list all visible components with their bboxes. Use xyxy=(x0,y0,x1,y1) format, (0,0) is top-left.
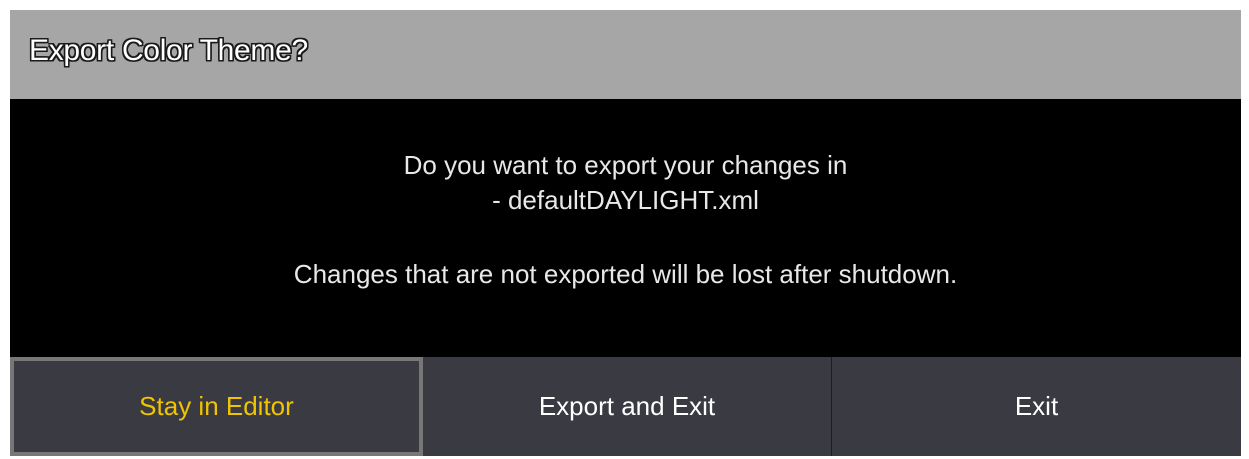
message-line-filename: - defaultDAYLIGHT.xml xyxy=(492,185,759,215)
message-line-warning: Changes that are not exported will be lo… xyxy=(293,259,958,289)
dialog-button-row: Stay in Editor Export and Exit Exit xyxy=(10,357,1241,456)
stay-in-editor-button[interactable]: Stay in Editor xyxy=(10,357,423,456)
export-color-theme-dialog: Export Color Theme? Do you want to expor… xyxy=(10,10,1241,456)
dialog-title-bar: Export Color Theme? xyxy=(10,10,1241,99)
dialog-title: Export Color Theme? xyxy=(29,34,308,67)
dialog-message-area: Do you want to export your changes in - … xyxy=(10,99,1241,357)
exit-button[interactable]: Exit xyxy=(832,357,1241,456)
message-line-question: Do you want to export your changes in xyxy=(403,150,848,180)
export-and-exit-button[interactable]: Export and Exit xyxy=(423,357,831,456)
